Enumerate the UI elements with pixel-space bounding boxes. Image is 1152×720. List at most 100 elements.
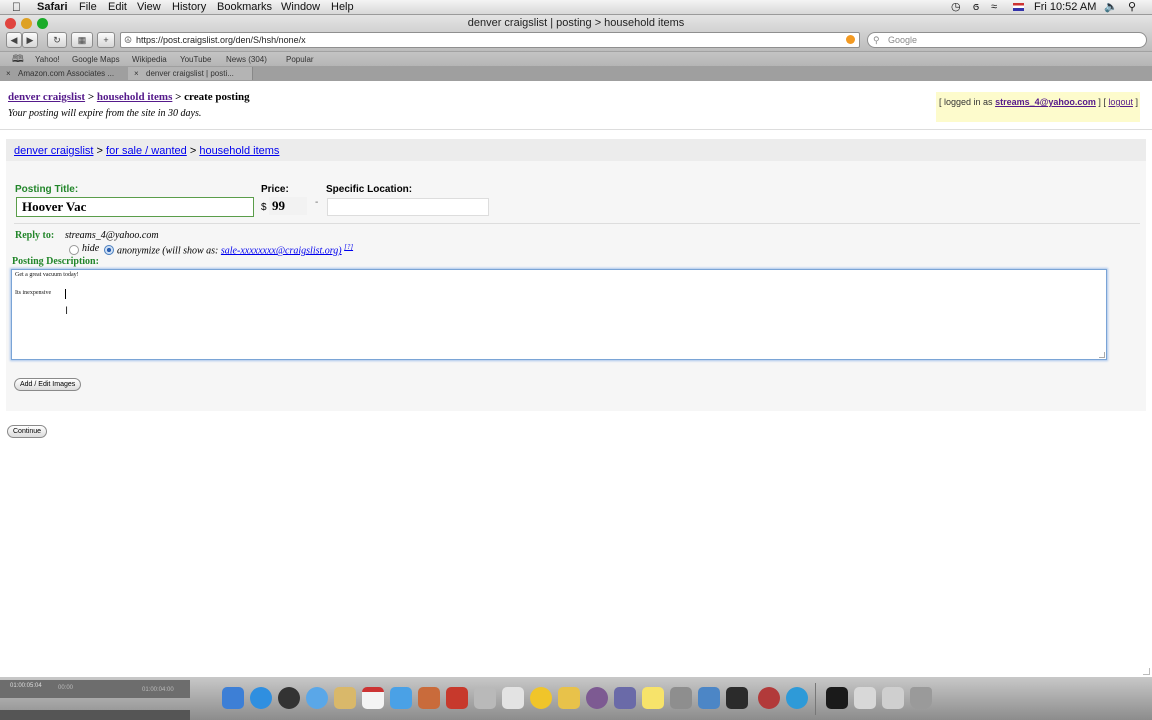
nav-household-items[interactable]: household items: [199, 145, 279, 157]
menu-help[interactable]: Help: [331, 0, 354, 14]
reply-to-email: streams_4@yahoo.com: [65, 230, 159, 241]
breadcrumb-household-items[interactable]: household items: [97, 91, 173, 103]
menu-window[interactable]: Window: [281, 0, 320, 14]
textedit-icon[interactable]: [502, 687, 524, 709]
anon-email-link[interactable]: sale-xxxxxxxx@craigslist.org): [221, 245, 342, 256]
nav-denver-craigslist[interactable]: denver craigslist: [14, 145, 93, 157]
menu-view[interactable]: View: [137, 0, 161, 14]
calculator-icon[interactable]: [474, 687, 496, 709]
bookmarks-bar: 🕮 Yahoo! Google Maps Wikipedia YouTube N…: [0, 51, 1152, 67]
rss-icon[interactable]: [846, 35, 855, 44]
flag-icon[interactable]: [1013, 3, 1024, 11]
anonymize-option: anonymize (will show as: sale-xxxxxxxx@c…: [117, 243, 353, 256]
bookmark-yahoo[interactable]: Yahoo!: [35, 52, 60, 67]
acrobat-icon[interactable]: [446, 687, 468, 709]
resize-grip-icon[interactable]: [1099, 352, 1105, 358]
breadcrumb-create-posting: create posting: [184, 91, 250, 103]
spotlight-icon[interactable]: ⚲: [1128, 0, 1136, 14]
breadcrumb-denver-craigslist[interactable]: denver craigslist: [8, 91, 85, 103]
timeline-strip: 01:00:05:04 00:00 01:00:04:00: [0, 680, 190, 698]
ibeam-cursor-icon: I: [65, 305, 69, 317]
bookmark-youtube[interactable]: YouTube: [180, 52, 211, 67]
clock[interactable]: Fri 10:52 AM: [1034, 0, 1096, 14]
back-icon[interactable]: ◀: [6, 32, 22, 48]
tab-craigslist[interactable]: × denver craigslist | posti...: [128, 67, 253, 80]
app-menu-safari[interactable]: Safari: [37, 0, 68, 14]
tab-amazon[interactable]: × Amazon.com Associates ...: [0, 67, 129, 80]
tab-label: denver craigslist | posti...: [146, 69, 234, 78]
bookmark-wikipedia[interactable]: Wikipedia: [132, 52, 167, 67]
window-resize-icon[interactable]: [1143, 668, 1150, 675]
minimized-window-icon[interactable]: [854, 687, 876, 709]
ical-icon[interactable]: [362, 687, 384, 709]
bookmark-news[interactable]: News (304): [226, 52, 267, 67]
location-input[interactable]: [327, 198, 489, 216]
iphoto-icon[interactable]: [418, 687, 440, 709]
menu-bookmarks[interactable]: Bookmarks: [217, 0, 272, 14]
hide-label: hide: [82, 243, 100, 254]
menu-edit[interactable]: Edit: [108, 0, 127, 14]
book-icon[interactable]: 🕮: [12, 52, 24, 67]
search-field[interactable]: ⚲ Google: [867, 32, 1147, 48]
minimized-window-icon[interactable]: [826, 687, 848, 709]
system-preferences-icon[interactable]: [278, 687, 300, 709]
minimized-window-icon[interactable]: [882, 687, 904, 709]
forward-icon[interactable]: ▶: [22, 32, 38, 48]
tab-close-icon[interactable]: ×: [134, 67, 139, 80]
breadcrumb-separator: >: [87, 91, 95, 103]
login-email-link[interactable]: streams_4@yahoo.com: [995, 97, 1096, 107]
price-value: 99: [272, 198, 285, 213]
adium-icon[interactable]: [530, 687, 552, 709]
mail-icon[interactable]: [334, 687, 356, 709]
trash-icon[interactable]: [910, 687, 932, 709]
nav-for-sale-wanted[interactable]: for sale / wanted: [106, 145, 187, 157]
hide-radio[interactable]: [69, 245, 79, 255]
timecode-left: 01:00:05:04: [10, 683, 42, 689]
tab-close-icon[interactable]: ×: [6, 67, 11, 80]
continue-button[interactable]: Continue: [7, 425, 48, 438]
dock-divider: [815, 683, 816, 715]
menu-file[interactable]: File: [79, 0, 97, 14]
vlc-icon[interactable]: [558, 687, 580, 709]
text-cursor: [65, 289, 66, 299]
utility-icon[interactable]: [670, 687, 692, 709]
anonymize-radio[interactable]: [104, 245, 114, 255]
location-label: Specific Location:: [326, 184, 413, 195]
login-box: [ logged in as streams_4@yahoo.com ] [ l…: [936, 92, 1140, 122]
preview-icon[interactable]: [698, 687, 720, 709]
bookmark-google-maps[interactable]: Google Maps: [72, 52, 120, 67]
address-bar[interactable]: ☮ https://post.craigslist.org/den/S/hsh/…: [120, 32, 860, 48]
description-line-2: Its inexpensive: [15, 290, 52, 296]
wifi-icon[interactable]: ≈: [991, 0, 997, 14]
dashboard-icon[interactable]: [250, 687, 272, 709]
reload-icon[interactable]: ↻: [47, 32, 67, 48]
bluetooth-icon[interactable]: ϭ: [973, 0, 979, 14]
wizard-icon[interactable]: [614, 687, 636, 709]
menu-history[interactable]: History: [172, 0, 206, 14]
safari-icon[interactable]: [306, 687, 328, 709]
url-text: https://post.craigslist.org/den/S/hsh/no…: [136, 35, 306, 45]
timecode-right: 01:00:04:00: [142, 687, 174, 693]
posting-title-input[interactable]: Hoover Vac: [16, 197, 254, 217]
finder-icon[interactable]: [222, 687, 244, 709]
volume-icon[interactable]: 🔈: [1104, 0, 1118, 14]
description-textarea[interactable]: Get a great vacuum today! Its inexpensiv…: [11, 269, 1107, 360]
apple-menu-icon[interactable]: : [12, 0, 21, 14]
help-link[interactable]: [?]: [344, 243, 353, 251]
stickies-icon[interactable]: [642, 687, 664, 709]
time-machine-icon[interactable]: ◷: [951, 0, 961, 14]
bookmark-popular[interactable]: Popular: [286, 52, 314, 67]
topsites-icon[interactable]: ▦: [71, 32, 93, 48]
add-bookmark-icon[interactable]: +: [97, 32, 115, 48]
price-input[interactable]: 99: [269, 197, 307, 215]
add-edit-images-button[interactable]: Add / Edit Images: [14, 378, 82, 391]
spaces-icon[interactable]: [586, 687, 608, 709]
record-icon[interactable]: [758, 687, 780, 709]
logout-link[interactable]: logout: [1108, 97, 1133, 107]
itunes-icon[interactable]: [390, 687, 412, 709]
timecode-mid: 00:00: [58, 685, 74, 691]
globe-icon[interactable]: [786, 687, 808, 709]
divider: [14, 223, 1140, 224]
clapper-icon[interactable]: [726, 687, 748, 709]
posting-title-label: Posting Title:: [15, 184, 79, 195]
